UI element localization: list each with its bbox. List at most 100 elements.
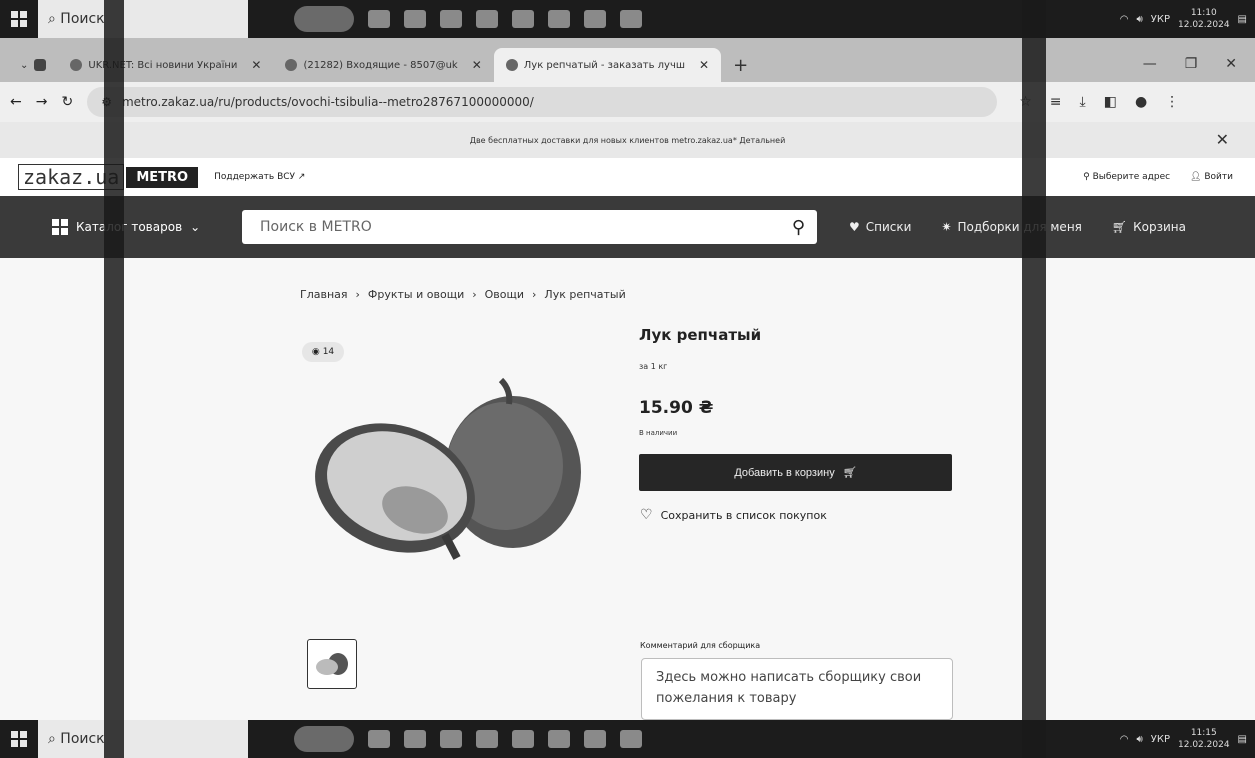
cart-icon: 🛒︎ (842, 467, 857, 479)
clock[interactable]: 11:10 12.02.2024 (1178, 7, 1230, 31)
new-tab-button[interactable]: + (721, 55, 760, 82)
product-unit: за 1 кг (639, 362, 668, 371)
youtube-icon (34, 59, 47, 71)
mail-icon[interactable] (512, 10, 534, 28)
promo-banner: Две бесплатных доставки для новых клиент… (0, 122, 1255, 158)
excel-icon[interactable] (584, 730, 606, 748)
store-icon[interactable] (476, 730, 498, 748)
heart-outline-icon: ♡ (640, 507, 653, 523)
reload-icon[interactable]: ↻ (61, 94, 73, 110)
mail-icon[interactable] (512, 730, 534, 748)
onion-thumbnail-icon (316, 653, 348, 675)
eye-icon: ◉ (311, 347, 320, 357)
sidepanel-icon[interactable]: ◧ (1104, 94, 1117, 110)
chevron-down-icon: ⌄ (190, 220, 201, 234)
sparkle-icon: ✷ (941, 220, 952, 234)
breadcrumb-current: Лук репчатый (544, 288, 626, 301)
profile-icon[interactable]: ● (1135, 94, 1147, 110)
close-icon[interactable]: ✕ (472, 58, 482, 72)
taskbar-widget-icon[interactable] (294, 6, 354, 32)
ukrnet-favicon-icon (70, 59, 83, 71)
store-icon[interactable] (476, 10, 498, 28)
notification-icon[interactable]: ▤ (1238, 14, 1247, 25)
tab-ukrnet[interactable]: UKR.NET: Всі новини України ✕ (58, 48, 273, 82)
task-view-icon[interactable] (368, 10, 390, 28)
tab-menu[interactable]: ⌄ (8, 48, 58, 82)
add-to-cart-button[interactable]: Добавить в корзину 🛒︎ (639, 454, 952, 491)
maximize-icon[interactable]: ❐ (1185, 56, 1198, 72)
mail-favicon-icon (285, 59, 298, 71)
task-view-icon[interactable] (368, 730, 390, 748)
clock[interactable]: 11:15 12.02.2024 (1178, 727, 1230, 751)
stock-status: В наличии (639, 429, 678, 437)
file-explorer-icon[interactable] (440, 10, 462, 28)
breadcrumb-home[interactable]: Главная (300, 288, 348, 301)
close-icon[interactable]: ✕ (251, 58, 261, 72)
selections-link[interactable]: ✷ Подборки для меня (941, 220, 1081, 234)
file-explorer-icon[interactable] (440, 730, 462, 748)
lists-link[interactable]: ♥ Списки (849, 220, 911, 234)
windows-logo-icon (11, 731, 27, 747)
close-window-icon[interactable]: ✕ (1225, 56, 1237, 72)
search-input[interactable]: Поиск в METRO ⚲ (242, 210, 817, 244)
notification-icon[interactable]: ▤ (1238, 734, 1247, 745)
language-indicator[interactable]: УКР (1151, 734, 1170, 745)
word-icon[interactable] (620, 730, 642, 748)
chrome-icon[interactable] (404, 10, 426, 28)
search-icon: ⌕ (48, 731, 61, 747)
windows-start-button[interactable] (0, 0, 38, 38)
product-image[interactable] (305, 370, 590, 570)
metro-logo[interactable]: METRO (126, 166, 199, 188)
location-pin-icon: ⚲ (1083, 172, 1093, 182)
opera-icon[interactable] (548, 730, 570, 748)
url-field[interactable]: ⚙ metro.zakaz.ua/ru/products/ovochi-tsib… (87, 87, 998, 117)
close-icon[interactable]: ✕ (699, 58, 709, 72)
login-link[interactable]: 👤︎ Войти (1190, 172, 1233, 182)
menu-dots-icon[interactable]: ⋮ (1165, 94, 1179, 110)
volume-icon[interactable]: 🔊︎ (1136, 734, 1142, 745)
opera-icon[interactable] (548, 10, 570, 28)
save-to-list-button[interactable]: ♡ Сохранить в список покупок (640, 507, 827, 523)
cart-link[interactable]: 🛒︎ Корзина (1112, 220, 1186, 234)
catalog-grid-icon (52, 219, 68, 235)
search-icon: ⌕ (48, 11, 61, 27)
site-header: zakaz.ua METRO Поддержать ВСУ ↗ ⚲ Выбери… (0, 158, 1255, 196)
catalog-button[interactable]: Каталог товаров ⌄ (52, 219, 242, 235)
wifi-icon[interactable]: ◠ (1120, 734, 1129, 745)
breadcrumb-fruits-vegetables[interactable]: Фрукты и овощи (368, 288, 464, 301)
taskbar-search[interactable]: ⌕ Поиск (38, 720, 248, 758)
windows-start-button[interactable] (0, 720, 38, 758)
wifi-icon[interactable]: ◠ (1120, 14, 1129, 25)
windows-logo-icon (11, 11, 27, 27)
scan-streak (104, 0, 124, 758)
address-bar-row: ← → ↻ ⚙ metro.zakaz.ua/ru/products/ovoch… (0, 82, 1255, 122)
volume-icon[interactable]: 🔊︎ (1136, 14, 1142, 25)
close-icon[interactable]: ✕ (1216, 130, 1229, 149)
tab-mail[interactable]: (21282) Входящие - 8507@uk ✕ (273, 48, 493, 82)
forward-icon[interactable]: → (36, 94, 48, 110)
comment-textarea[interactable]: Здесь можно написать сборщику свои пожел… (641, 658, 953, 720)
browser-tab-strip: ⌄ UKR.NET: Всі новини України ✕ (21282) В… (0, 38, 1255, 82)
thumbnail-image[interactable] (307, 639, 357, 689)
taskbar-widget-icon[interactable] (294, 726, 354, 752)
excel-icon[interactable] (584, 10, 606, 28)
tab-product[interactable]: Лук репчатый - заказать лучш ✕ (493, 48, 722, 82)
word-icon[interactable] (620, 10, 642, 28)
minimize-icon[interactable]: — (1143, 56, 1157, 72)
views-badge: ◉ 14 (302, 342, 344, 362)
address-selector[interactable]: ⚲ Выберите адрес (1083, 172, 1170, 182)
taskbar-search[interactable]: ⌕ Поиск (38, 0, 248, 38)
language-indicator[interactable]: УКР (1151, 14, 1170, 25)
chrome-icon[interactable] (404, 730, 426, 748)
user-icon: 👤︎ (1190, 172, 1205, 182)
zakaz-favicon-icon (505, 59, 518, 71)
support-link[interactable]: Поддержать ВСУ ↗ (214, 172, 305, 182)
chevron-down-icon: ⌄ (20, 59, 29, 71)
heart-icon: ♥ (849, 220, 860, 234)
breadcrumb-vegetables[interactable]: Овощи (485, 288, 524, 301)
download-icon[interactable]: ⤓ (1080, 94, 1086, 110)
extensions-icon[interactable]: ≡ (1050, 94, 1062, 110)
back-icon[interactable]: ← (10, 94, 22, 110)
product-title: Лук репчатый (639, 326, 762, 344)
search-icon[interactable]: ⚲ (792, 217, 805, 238)
